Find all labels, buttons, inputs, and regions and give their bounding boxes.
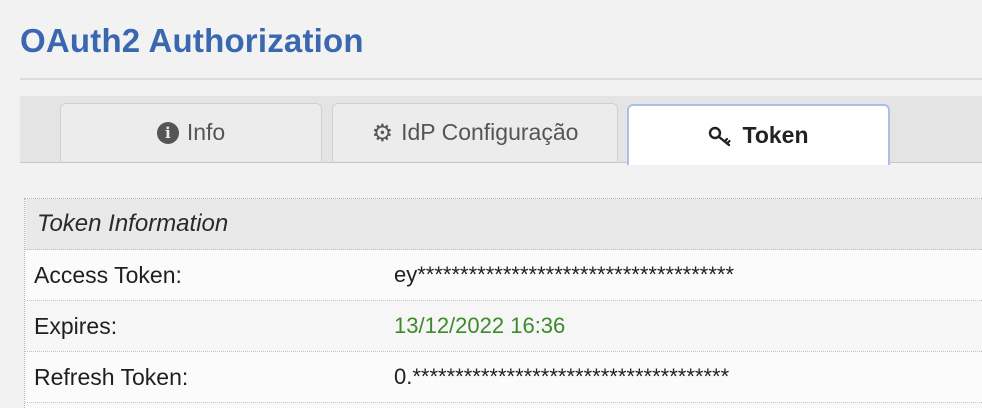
tab-bar: i Info ⚙ IdP Configuração Token <box>20 96 982 165</box>
panel-header: Token Information <box>25 199 982 250</box>
tab-idp-configuracao-label: IdP Configuração <box>401 119 579 145</box>
tab-info[interactable]: i Info <box>60 103 322 161</box>
tab-info-label: Info <box>186 119 226 145</box>
table-row-refresh-token: Refresh Token: 0.***********************… <box>25 352 982 403</box>
title-divider <box>20 78 982 80</box>
token-information-panel: Token Information Access Token: ey******… <box>24 198 982 408</box>
key-icon <box>708 125 734 147</box>
expires-value: 13/12/2022 16:36 <box>394 313 566 338</box>
page-title: OAuth2 Authorization <box>20 22 364 59</box>
table-row-access-token: Access Token: ey************************… <box>25 250 982 301</box>
expires-label: Expires: <box>34 312 118 339</box>
refresh-token-value: 0.************************************* <box>394 364 730 389</box>
tab-idp-configuracao[interactable]: ⚙ IdP Configuração <box>332 103 618 161</box>
tab-token[interactable]: Token <box>627 104 890 165</box>
access-token-label: Access Token: <box>34 261 182 288</box>
gear-icon: ⚙ <box>371 118 394 147</box>
table-row-expires: Expires: 13/12/2022 16:36 <box>25 301 982 352</box>
info-circle-icon: i <box>156 121 179 144</box>
refresh-token-label: Refresh Token: <box>34 363 189 390</box>
access-token-value: ey************************************* <box>394 262 735 287</box>
tab-token-label: Token <box>742 122 809 148</box>
